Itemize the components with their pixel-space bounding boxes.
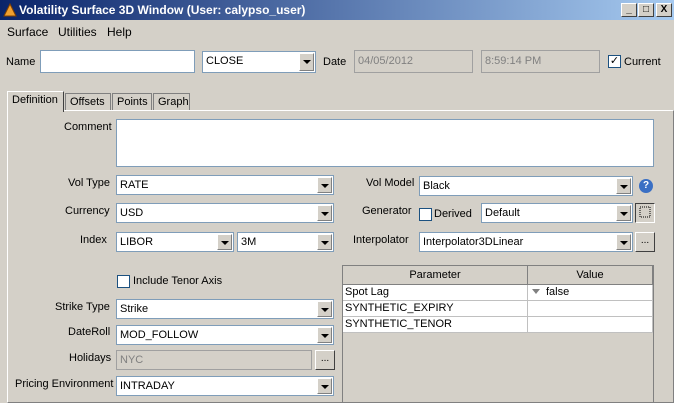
chevron-down-icon[interactable] [299, 53, 314, 71]
vol-model-label: Vol Model [366, 177, 415, 189]
index-combo[interactable]: LIBOR [116, 232, 234, 252]
value-cell[interactable]: false [528, 285, 653, 301]
parameter-cell: Spot Lag [343, 285, 528, 301]
dropdown-arrow-icon[interactable] [532, 289, 540, 294]
tab-definition[interactable]: Definition [7, 91, 64, 112]
holidays-ellipsis-button[interactable]: ... [315, 350, 335, 370]
tenor-combo[interactable]: 3M [237, 232, 334, 252]
generator-value: Default [485, 207, 520, 219]
name-label: Name [6, 56, 36, 68]
interpolator-combo[interactable]: Interpolator3DLinear [419, 232, 633, 252]
strike-type-label: Strike Type [55, 301, 110, 313]
maximize-button[interactable]: □ [638, 3, 654, 17]
parameter-cell: SYNTHETIC_EXPIRY [343, 301, 528, 317]
column-header-parameter[interactable]: Parameter [343, 266, 528, 285]
help-icon[interactable]: ? [639, 179, 653, 193]
dateroll-combo[interactable]: MOD_FOLLOW [116, 325, 334, 345]
pricing-env-value: INTRADAY [120, 380, 175, 392]
derived-checkbox[interactable] [419, 208, 432, 221]
chevron-down-icon[interactable] [616, 178, 631, 194]
tab-graph[interactable]: Graph [153, 93, 190, 111]
chevron-down-icon[interactable] [317, 327, 332, 343]
chevron-down-icon[interactable] [317, 205, 332, 221]
current-label: Current [624, 56, 661, 68]
derived-label: Derived [434, 208, 472, 220]
comment-field[interactable] [116, 119, 654, 167]
minimize-button[interactable]: _ [621, 3, 637, 17]
currency-label: Currency [65, 205, 110, 217]
tab-offsets[interactable]: Offsets [65, 93, 111, 111]
holidays-label: Holidays [69, 352, 112, 364]
index-label: Index [80, 234, 107, 246]
chevron-down-icon[interactable] [217, 234, 232, 250]
close-window-button[interactable]: X [656, 3, 672, 17]
close-combo-value: CLOSE [206, 55, 244, 67]
strike-type-value: Strike [120, 303, 149, 315]
vol-model-value: Black [423, 180, 450, 192]
value-cell[interactable] [528, 317, 653, 333]
chevron-down-icon[interactable] [317, 177, 332, 193]
tenor-value: 3M [241, 236, 257, 248]
chevron-down-icon[interactable] [317, 234, 332, 250]
time-field: 8:59:14 PM [481, 50, 600, 73]
include-tenor-label: Include Tenor Axis [133, 275, 223, 287]
pricing-env-label: Pricing Environment [15, 378, 114, 390]
holidays-field: NYC [116, 350, 312, 370]
generator-config-button[interactable] [635, 203, 655, 223]
parameter-cell: SYNTHETIC_TENOR [343, 317, 528, 333]
menu-help[interactable]: Help [107, 25, 132, 39]
vol-type-value: RATE [120, 179, 149, 191]
generator-label: Generator [362, 205, 412, 217]
currency-value: USD [120, 207, 144, 219]
dateroll-label: DateRoll [68, 326, 111, 338]
dateroll-value: MOD_FOLLOW [120, 329, 199, 341]
chevron-down-icon[interactable] [616, 234, 631, 250]
tab-points[interactable]: Points [112, 93, 152, 111]
generator-combo[interactable]: Default [481, 203, 633, 223]
interpolator-value: Interpolator3DLinear [423, 236, 524, 248]
table-row[interactable]: SYNTHETIC_TENOR [343, 317, 653, 333]
current-checkbox[interactable]: ✓ [608, 55, 621, 68]
strike-type-combo[interactable]: Strike [116, 299, 334, 319]
parameters-table[interactable]: Parameter Value Spot Lag false SYNTHETIC… [342, 265, 654, 403]
table-row[interactable]: SYNTHETIC_EXPIRY [343, 301, 653, 317]
date-label: Date [323, 56, 347, 68]
menu-bar: Surface Utilities Help [0, 21, 674, 43]
comment-label: Comment [64, 121, 112, 133]
interpolator-label: Interpolator [353, 234, 409, 246]
window-title: Volatility Surface 3D Window (User: caly… [19, 3, 306, 17]
menu-surface[interactable]: Surface [7, 25, 48, 39]
dotted-box-icon [639, 206, 651, 218]
interpolator-ellipsis-button[interactable]: ... [635, 232, 655, 252]
include-tenor-checkbox[interactable] [117, 275, 130, 288]
index-value: LIBOR [120, 236, 154, 248]
pricing-env-combo[interactable]: INTRADAY [116, 376, 334, 396]
vol-type-combo[interactable]: RATE [116, 175, 334, 195]
chevron-down-icon[interactable] [317, 378, 332, 394]
menu-utilities[interactable]: Utilities [58, 25, 97, 39]
value-text: false [546, 286, 570, 298]
title-bar: Volatility Surface 3D Window (User: caly… [0, 0, 674, 20]
app-icon [3, 3, 17, 17]
date-field: 04/05/2012 [354, 50, 473, 73]
table-row[interactable]: Spot Lag false [343, 285, 653, 301]
value-cell[interactable] [528, 301, 653, 317]
chevron-down-icon[interactable] [317, 301, 332, 317]
column-header-value[interactable]: Value [528, 266, 653, 285]
vol-model-combo[interactable]: Black [419, 176, 633, 196]
close-combo[interactable]: CLOSE [202, 51, 316, 73]
name-field[interactable] [40, 50, 195, 73]
currency-combo[interactable]: USD [116, 203, 334, 223]
vol-type-label: Vol Type [68, 177, 110, 189]
chevron-down-icon[interactable] [616, 205, 631, 221]
